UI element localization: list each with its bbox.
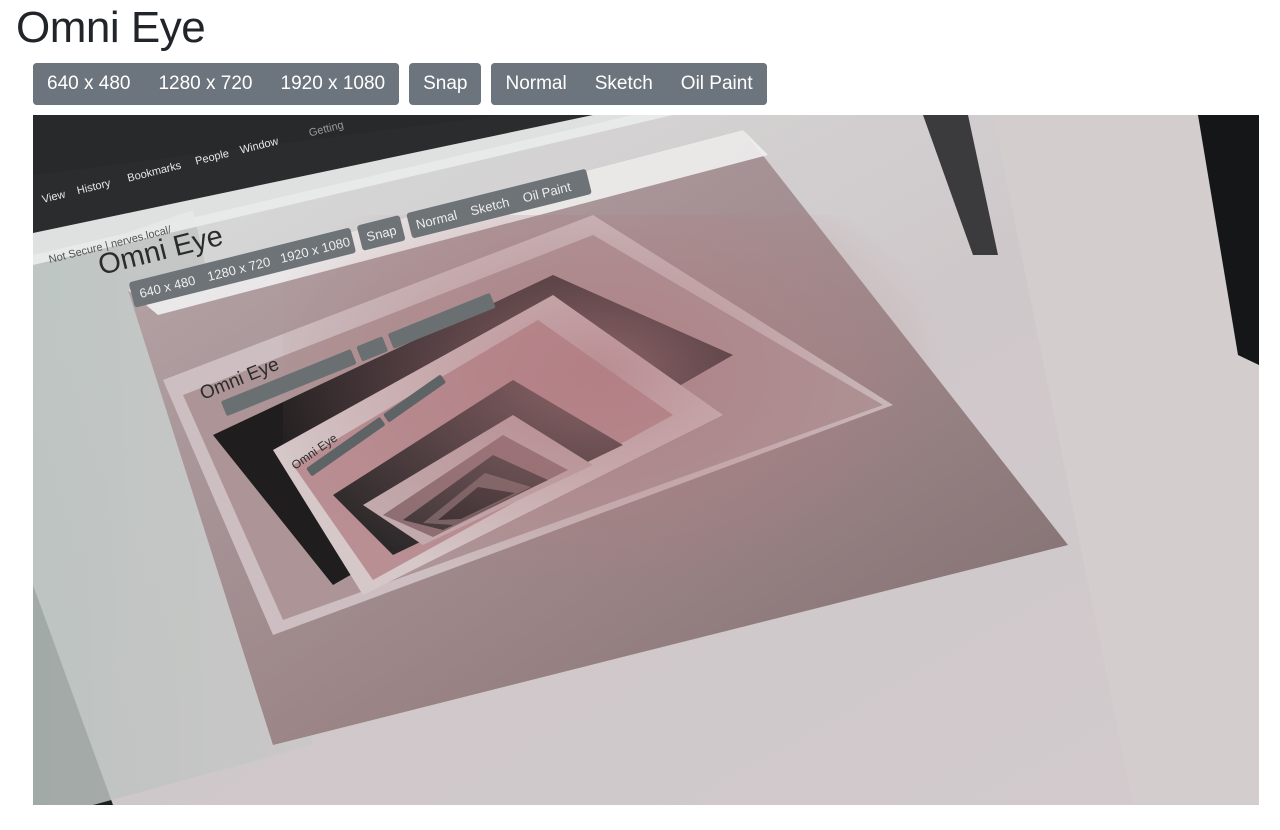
page-title: Omni Eye [16,3,206,52]
filter-oil-paint-button[interactable]: Oil Paint [666,63,767,105]
filter-button-group: Normal Sketch Oil Paint [491,63,767,105]
camera-feed-image: Omni Eye 640 x 480 1280 x 720 1920 x 108… [33,115,1259,805]
resolution-640x480-button[interactable]: 640 x 480 [33,63,145,105]
filter-normal-button[interactable]: Normal [491,63,581,105]
resolution-1280x720-button[interactable]: 1280 x 720 [144,63,267,105]
toolbar: 640 x 480 1280 x 720 1920 x 1080 Snap No… [33,63,767,105]
camera-feed: Omni Eye 640 x 480 1280 x 720 1920 x 108… [33,115,1259,805]
resolution-1920x1080-button[interactable]: 1920 x 1080 [266,63,400,105]
resolution-button-group: 640 x 480 1280 x 720 1920 x 1080 [33,63,400,105]
filter-sketch-button[interactable]: Sketch [580,63,667,105]
snap-button-group: Snap [409,63,482,105]
snap-button[interactable]: Snap [409,63,482,105]
